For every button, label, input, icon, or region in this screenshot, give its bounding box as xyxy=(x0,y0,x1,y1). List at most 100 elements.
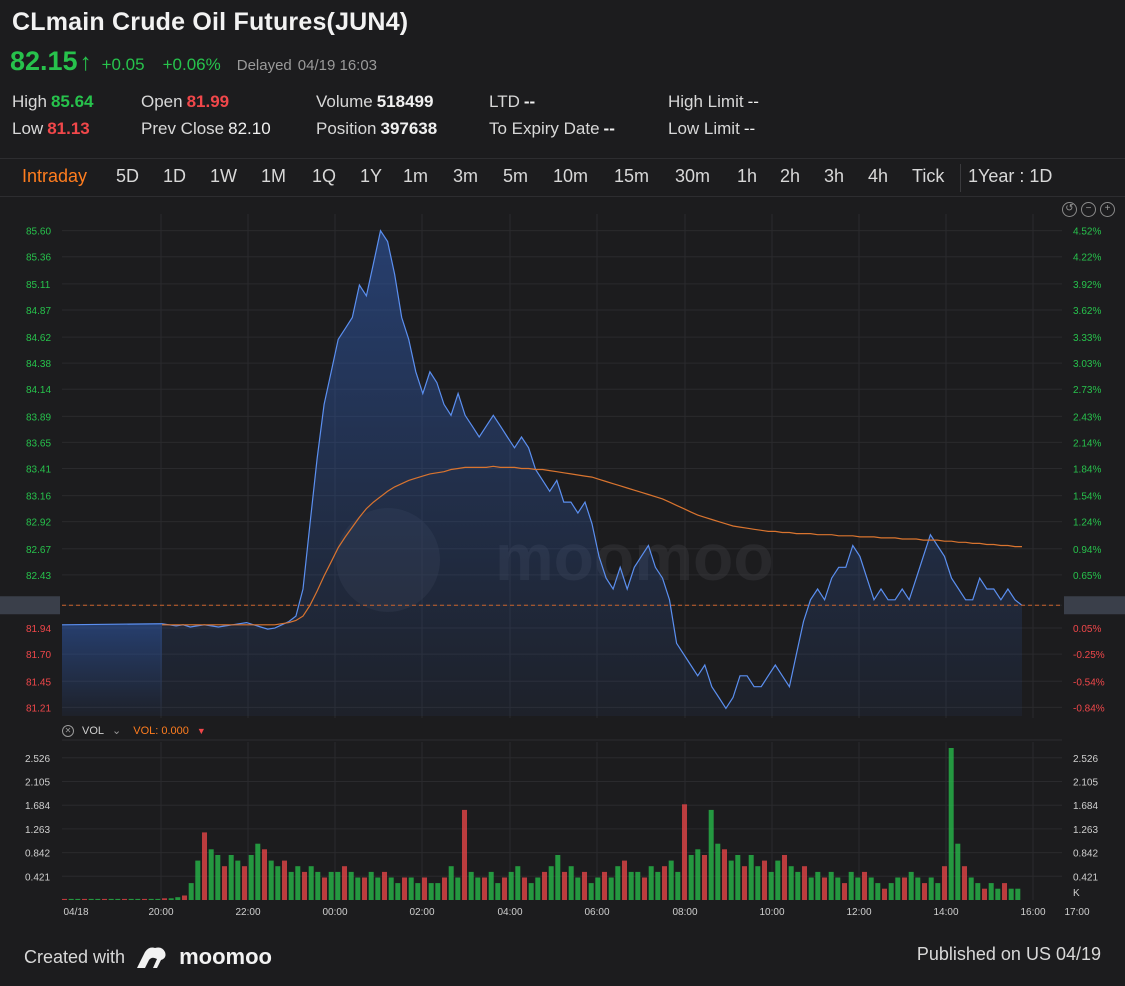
x-tick-label: 02:00 xyxy=(409,907,434,918)
current-price-tag-right xyxy=(1064,596,1125,615)
volume-bar xyxy=(522,877,527,900)
volume-bar xyxy=(642,877,647,900)
y-tick-label-pct: 2.43% xyxy=(1073,412,1101,423)
volume-bar xyxy=(142,898,147,900)
y-tick-label: 84.87 xyxy=(26,306,51,317)
y-tick-label: 84.38 xyxy=(26,359,51,370)
y-tick-label: 85.36 xyxy=(26,253,51,264)
volume-bar xyxy=(208,849,214,900)
volume-bar xyxy=(648,866,654,900)
volume-header: ✕ VOL ⌄ VOL: 0.000 ▼ xyxy=(62,724,206,737)
price-area-pre xyxy=(62,623,162,716)
y-tick-label-pct: 0.05% xyxy=(1073,624,1101,635)
volume-bar xyxy=(695,849,701,900)
x-tick-label: 06:00 xyxy=(584,907,609,918)
volume-bar xyxy=(708,809,714,900)
volume-bar xyxy=(842,883,847,900)
y-tick-label-pct: 3.03% xyxy=(1073,359,1101,370)
volume-bar xyxy=(808,877,814,900)
volume-bar xyxy=(302,871,307,900)
volume-bar xyxy=(868,877,874,900)
close-volume-icon[interactable]: ✕ xyxy=(62,724,74,737)
volume-bar xyxy=(328,871,334,900)
y-tick-label-pct: 4.22% xyxy=(1073,253,1101,264)
x-tick-label: 22:00 xyxy=(235,907,260,918)
volume-bar xyxy=(195,860,201,900)
y-tick-label-pct: 3.33% xyxy=(1073,333,1101,344)
y-tick-label: 82.43 xyxy=(26,571,51,582)
x-tick-label: 16:00 xyxy=(1020,907,1045,918)
volume-bar xyxy=(655,871,661,900)
y-tick-label-pct: 3.62% xyxy=(1073,306,1101,317)
volume-bar xyxy=(495,883,501,900)
volume-bar xyxy=(408,877,414,900)
volume-bar xyxy=(435,883,441,900)
y-tick-label-pct: 1.24% xyxy=(1073,518,1101,529)
y-tick-label-pct: 0.94% xyxy=(1073,545,1101,556)
volume-bar xyxy=(215,855,221,900)
volume-bar xyxy=(455,877,461,900)
volume-bar xyxy=(682,804,687,900)
volume-bar xyxy=(575,877,581,900)
volume-tick-label: 0.421 xyxy=(25,872,50,883)
volume-bar xyxy=(755,866,761,900)
volume-bar xyxy=(482,877,487,900)
volume-bar xyxy=(395,883,401,900)
y-tick-label-pct: 1.84% xyxy=(1073,464,1101,475)
volume-bar xyxy=(762,860,767,900)
volume-bar xyxy=(588,883,594,900)
volume-tick-label: 0.842 xyxy=(25,849,50,860)
brand-name: moomoo xyxy=(179,944,272,969)
volume-bar xyxy=(82,898,87,900)
volume-bar xyxy=(322,877,327,900)
volume-bar xyxy=(735,855,741,900)
volume-bar xyxy=(628,871,634,900)
volume-bar xyxy=(448,866,454,900)
volume-bar xyxy=(335,871,341,900)
volume-bar xyxy=(62,898,67,900)
chevron-down-icon[interactable]: ⌄ xyxy=(112,724,121,737)
price-area xyxy=(162,230,1022,716)
volume-bar xyxy=(348,871,354,900)
volume-bar xyxy=(228,855,234,900)
volume-bar xyxy=(308,866,314,900)
volume-bar xyxy=(188,883,194,900)
volume-bar xyxy=(928,877,934,900)
volume-bar xyxy=(528,883,534,900)
volume-bar xyxy=(175,897,181,900)
volume-bar xyxy=(388,877,394,900)
volume-bar xyxy=(275,866,281,900)
volume-bar xyxy=(768,871,774,900)
volume-bar xyxy=(888,883,894,900)
volume-bar xyxy=(822,877,827,900)
volume-tick-label: 1.263 xyxy=(25,825,50,836)
volume-bar xyxy=(422,877,427,900)
current-price-tag-left xyxy=(0,596,60,615)
volume-bar xyxy=(1015,888,1021,900)
volume-value: VOL: 0.000 xyxy=(133,724,189,737)
y-tick-label-pct: 2.73% xyxy=(1073,385,1101,396)
volume-tick-label-right: 1.263 xyxy=(1073,825,1098,836)
volume-bar xyxy=(262,849,267,900)
volume-bar xyxy=(882,888,887,900)
volume-bar xyxy=(148,898,154,900)
volume-bar xyxy=(548,866,554,900)
volume-indicator-label[interactable]: VOL xyxy=(82,725,104,737)
caret-down-icon[interactable]: ▼ xyxy=(197,726,206,736)
volume-bar xyxy=(795,871,801,900)
volume-bar xyxy=(515,866,521,900)
volume-bar xyxy=(68,898,74,900)
volume-tick-label-right: 2.526 xyxy=(1073,754,1098,765)
volume-bar xyxy=(288,871,294,900)
volume-bar xyxy=(182,895,187,900)
volume-bar xyxy=(128,898,134,900)
y-tick-label: 84.14 xyxy=(26,385,51,396)
volume-bar xyxy=(602,871,607,900)
volume-bar xyxy=(222,866,227,900)
y-tick-label: 82.67 xyxy=(26,545,51,556)
volume-bar xyxy=(502,877,507,900)
volume-bar xyxy=(935,883,941,900)
volume-bar xyxy=(915,877,921,900)
volume-bar xyxy=(368,871,374,900)
volume-bar xyxy=(775,860,781,900)
